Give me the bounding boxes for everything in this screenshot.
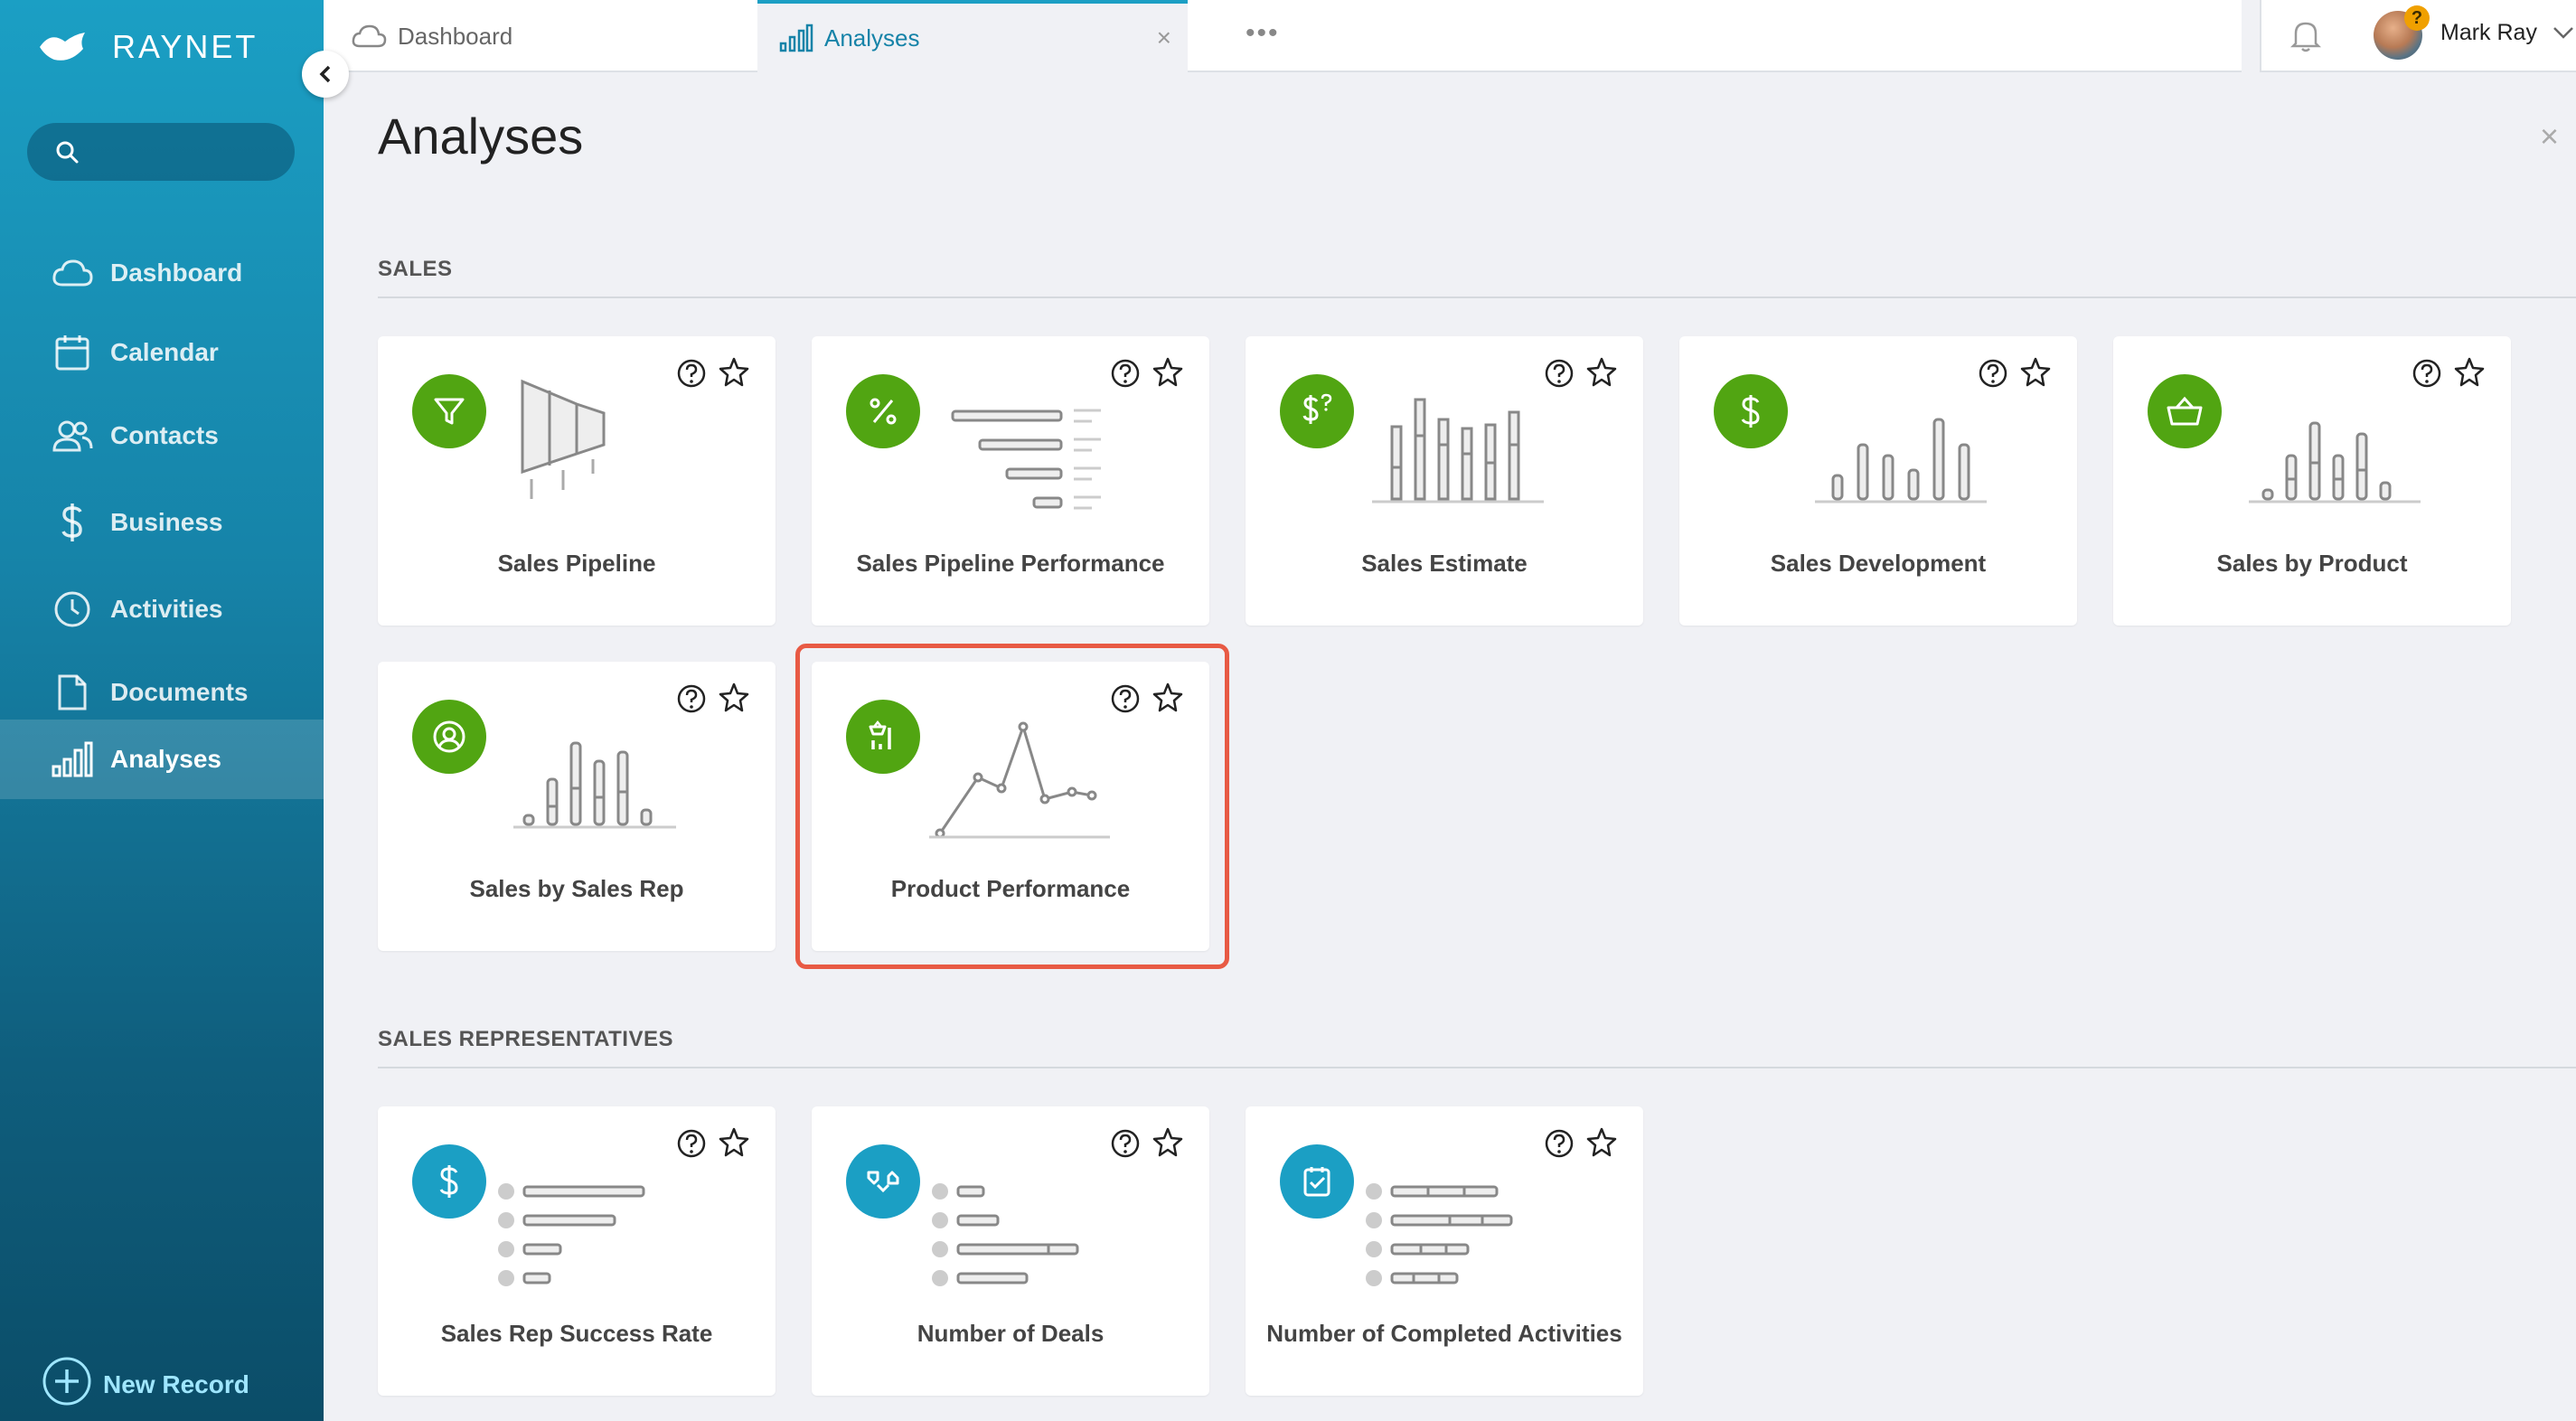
star-icon[interactable]: [1152, 1126, 1184, 1159]
close-tab-icon[interactable]: ×: [1157, 24, 1171, 52]
basket-icon: [2148, 374, 2222, 448]
card-label: Sales by Sales Rep: [469, 875, 684, 902]
star-icon[interactable]: [718, 356, 750, 389]
plus-circle-icon: [42, 1356, 92, 1413]
collapse-sidebar-button[interactable]: [302, 51, 349, 98]
sidebar-item-label: Contacts: [110, 421, 219, 449]
sidebar-item-label: Calendar: [110, 338, 219, 366]
sidebar-item-label: Documents: [110, 678, 249, 706]
card-sales-by-sales-rep[interactable]: Sales by Sales Rep: [378, 662, 776, 951]
star-icon[interactable]: [2019, 356, 2052, 389]
page-title: Analyses: [378, 108, 584, 165]
card-sales-by-product[interactable]: Sales by Product: [2113, 336, 2511, 626]
sidebar-item-analyses[interactable]: Analyses: [0, 720, 324, 799]
card-sales-estimate[interactable]: Sales Estimate: [1246, 336, 1643, 626]
funnel-icon: [412, 374, 486, 448]
card-number-of-completed-activities[interactable]: Number of Completed Activities: [1246, 1106, 1643, 1396]
star-icon[interactable]: [718, 1126, 750, 1159]
calendar-icon: [51, 331, 94, 374]
search-input[interactable]: [27, 123, 295, 181]
section-divider: [378, 296, 2576, 298]
ranked-list-illustration: [498, 1183, 645, 1286]
dollar-icon: [412, 1144, 486, 1219]
search-icon: [56, 141, 79, 164]
close-page-button[interactable]: ×: [2540, 118, 2559, 155]
stacked-bars-illustration: [1372, 398, 1544, 503]
cloud-icon: [51, 251, 94, 295]
chevron-left-icon: [319, 65, 331, 83]
star-icon[interactable]: [1585, 1126, 1618, 1159]
card-label: Sales Pipeline Performance: [856, 550, 1165, 577]
sidebar: RAYNET Dashboard Calendar Contacts Busin…: [0, 0, 324, 1421]
clock-icon: [51, 588, 94, 631]
funnel-illustration: [521, 379, 606, 499]
star-icon[interactable]: [1152, 356, 1184, 389]
card-number-of-deals[interactable]: Number of Deals: [812, 1106, 1209, 1396]
help-badge[interactable]: ?: [2404, 5, 2430, 31]
sidebar-item-label: Analyses: [110, 745, 221, 773]
growth-bars-illustration: [1815, 418, 1987, 503]
tab-label: Analyses: [824, 24, 920, 52]
bar-chart-icon: [51, 738, 94, 781]
user-name[interactable]: Mark Ray: [2440, 20, 2537, 46]
highlight-box: [795, 644, 1229, 969]
card-sales-rep-success-rate[interactable]: Sales Rep Success Rate: [378, 1106, 776, 1396]
new-record-button[interactable]: New Record: [42, 1356, 249, 1413]
section-title-sales: SALES: [378, 257, 453, 281]
card-label: Sales Development: [1770, 550, 1987, 577]
contacts-icon: [51, 414, 94, 457]
sidebar-item-dashboard[interactable]: Dashboard: [0, 231, 324, 315]
activities-list-illustration: [1366, 1183, 1513, 1286]
document-icon: [51, 671, 94, 714]
tab-label: Dashboard: [398, 22, 513, 50]
dollar-question-icon: [1280, 374, 1354, 448]
tab-analyses[interactable]: Analyses ×: [757, 0, 1188, 72]
sidebar-item-contacts[interactable]: Contacts: [0, 394, 324, 477]
section-title-sales-representatives: SALES REPRESENTATIVES: [378, 1027, 673, 1051]
horizontal-bars-illustration: [951, 409, 1101, 510]
star-icon[interactable]: [2453, 356, 2486, 389]
card-label: Number of Completed Activities: [1266, 1320, 1622, 1347]
handshake-icon: [846, 1144, 920, 1219]
section-divider: [378, 1067, 2576, 1068]
new-record-label: New Record: [103, 1369, 249, 1398]
sidebar-item-calendar[interactable]: Calendar: [0, 311, 324, 394]
star-icon[interactable]: [718, 682, 750, 714]
tab-bar: Dashboard Analyses × •••: [324, 0, 2242, 72]
card-sales-development[interactable]: Sales Development: [1679, 336, 2077, 626]
card-label: Sales by Product: [2216, 550, 2408, 577]
bell-icon[interactable]: [2290, 18, 2321, 52]
rep-bars-illustration: [513, 741, 676, 829]
chevron-down-icon[interactable]: [2552, 25, 2574, 40]
deals-list-illustration: [932, 1183, 1079, 1286]
sidebar-item-label: Business: [110, 508, 223, 536]
cloud-icon: [351, 24, 387, 49]
product-bars-illustration: [2249, 421, 2421, 503]
card-label: Number of Deals: [917, 1320, 1105, 1347]
bar-chart-icon: [779, 24, 813, 52]
card-label: Sales Pipeline: [497, 550, 656, 577]
tab-dashboard[interactable]: Dashboard: [351, 0, 730, 72]
logo[interactable]: RAYNET: [38, 22, 258, 72]
card-label: Sales Estimate: [1361, 550, 1528, 577]
raynet-logo-icon: [40, 33, 85, 61]
sidebar-item-label: Activities: [110, 595, 223, 623]
user-circle-icon: [412, 700, 486, 774]
star-icon[interactable]: [1585, 356, 1618, 389]
dollar-icon: [51, 501, 94, 544]
card-sales-pipeline-performance[interactable]: Sales Pipeline Performance: [812, 336, 1209, 626]
dollar-icon: [1714, 374, 1788, 448]
more-tabs-button[interactable]: •••: [1246, 18, 1280, 49]
logo-text: RAYNET: [112, 28, 259, 65]
checklist-icon: [1280, 1144, 1354, 1219]
percent-icon: [846, 374, 920, 448]
user-bar: ? Mark Ray: [2260, 0, 2576, 72]
sidebar-item-label: Dashboard: [110, 259, 243, 287]
sidebar-item-business[interactable]: Business: [0, 481, 324, 564]
card-label: Sales Rep Success Rate: [440, 1320, 713, 1347]
card-sales-pipeline[interactable]: Sales Pipeline: [378, 336, 776, 626]
sidebar-item-activities[interactable]: Activities: [0, 568, 324, 651]
